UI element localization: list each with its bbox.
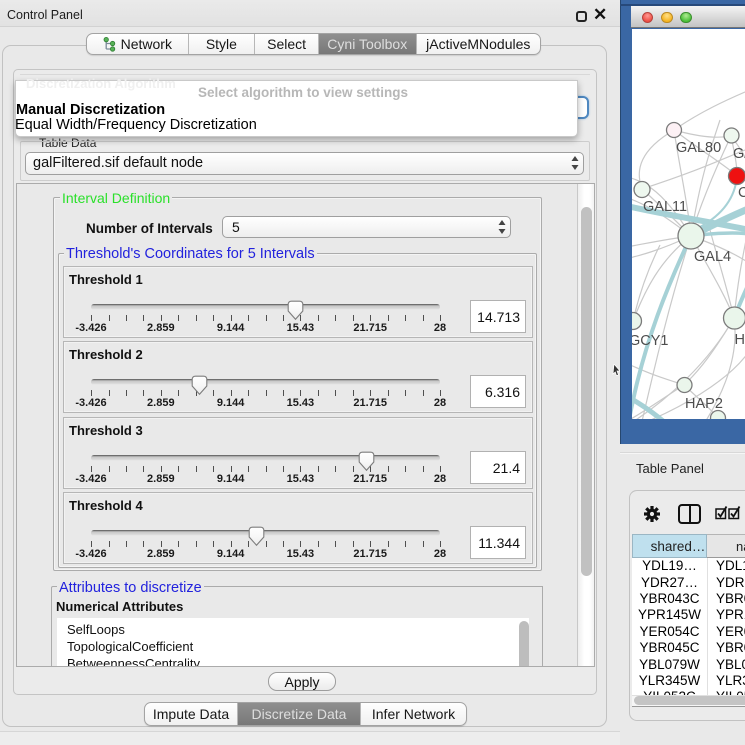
svg-text:GAL11: GAL11 (643, 199, 687, 215)
svg-text:HAP2: HAP2 (685, 396, 723, 412)
svg-text:HA: HA (735, 332, 745, 348)
svg-text:GAL80: GAL80 (676, 140, 721, 156)
svg-text:GCY1: GCY1 (632, 333, 669, 349)
svg-text:CY: CY (738, 185, 745, 201)
svg-text:GA: GA (733, 146, 745, 162)
svg-text:GAL4: GAL4 (694, 249, 731, 265)
